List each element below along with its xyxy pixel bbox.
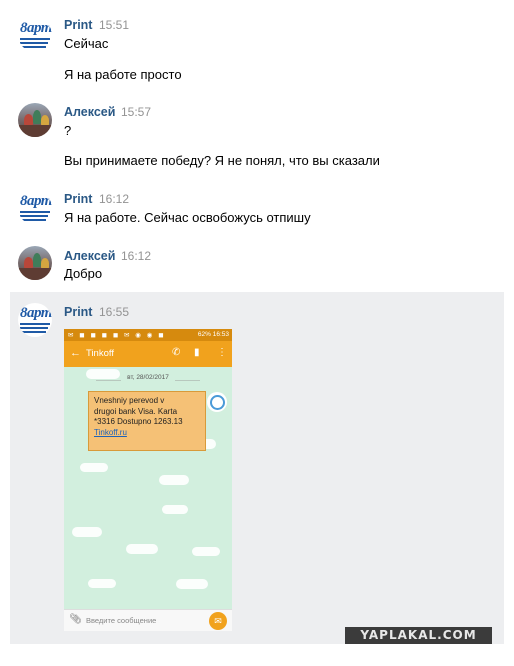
cloud-decoration [176,579,208,589]
message-text: Я на работе просто [64,67,182,82]
cloud-decoration [162,505,188,514]
input-placeholder: Введите сообщение [86,616,157,625]
logo-text: 8арт [20,20,52,36]
app-title: Tinkoff [86,348,114,359]
sms-line: drugoi bank Visa. Karta [94,406,178,416]
message-time: 15:51 [99,18,130,32]
message-time: 16:55 [99,305,130,319]
sms-line: Vneshniy perevod v [94,396,165,405]
back-arrow-icon: ← [70,347,81,359]
cloud-decoration [88,579,116,588]
author-name[interactable]: Print [64,192,92,206]
message-text: Добро [64,266,103,281]
author-name[interactable]: Алексей [64,249,115,263]
message-time: 16:12 [121,249,152,263]
date-separator: вт, 28/02/2017 [88,374,208,386]
message-time: 15:57 [121,105,152,119]
attach-icon: 📎︎ [69,614,82,625]
sms-line: *3316 Dostupno 1263.13 [94,417,183,426]
logo-text: 8арт [20,305,52,321]
send-icon: ✉ [209,612,227,630]
message-text: Сейчас [64,36,109,51]
watermark: YAPLAKAL.COM [345,627,492,644]
date-label: вт, 28/02/2017 [127,374,169,381]
photo-avatar[interactable] [18,246,52,280]
message-time: 16:12 [99,192,130,206]
phone-input-bar: 📎︎ Введите сообщение ✉ [64,609,232,631]
photo-avatar[interactable] [18,103,52,137]
logo-text: 8арт [20,193,52,209]
message-text: Я на работе. Сейчас освобожусь отпишу [64,210,311,225]
author-name[interactable]: Print [64,18,92,32]
phone-app-bar: ← Tinkoff ✆ ▮ ⋮ [64,341,232,367]
cloud-decoration [126,544,158,554]
sms-link: Tinkoff.ru [94,427,127,437]
cloud-decoration [192,547,220,556]
sms-bubble: Vneshniy perevod v drugoi bank Visa. Kar… [88,391,206,451]
message-text: Вы принимаете победу? Я не понял, что вы… [64,153,380,168]
logo-avatar[interactable]: 8арт [18,18,52,52]
phone-call-icon: ✆ [172,347,181,358]
contact-avatar-icon [207,392,227,412]
logo-avatar[interactable]: 8арт [18,191,52,225]
battery-level: 62% [197,331,211,338]
author-name[interactable]: Алексей [64,105,115,119]
logo-avatar[interactable]: 8арт [18,303,52,337]
trash-icon: ▮ [194,347,200,358]
phone-status-bar: ✉ ◼ ◼ ◼ ◼ ✉ ◉ ◉ ◼ 62% 16:53 [64,329,232,341]
status-time: 16:53 [212,331,229,338]
cloud-decoration [80,463,108,472]
phone-screenshot-attachment[interactable]: ✉ ◼ ◼ ◼ ◼ ✉ ◉ ◉ ◼ 62% 16:53 ← Tinkoff ✆ … [64,329,232,631]
status-icons: ✉ ◼ ◼ ◼ ◼ ✉ ◉ ◉ ◼ [68,332,166,339]
more-vert-icon: ⋮ [217,347,227,358]
author-name[interactable]: Print [64,305,92,319]
cloud-decoration [159,475,189,485]
message-text: ? [64,123,72,138]
cloud-decoration [72,527,102,537]
